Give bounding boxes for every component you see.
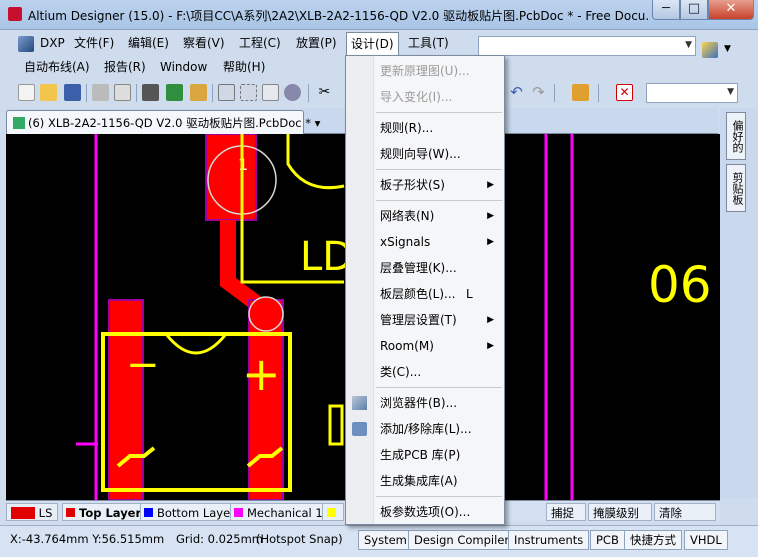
menu-item-rule-wizard[interactable]: 规则向导(W)...: [346, 142, 504, 166]
submenu-arrow-icon: ▶: [487, 180, 494, 190]
menu-item-import-changes[interactable]: 导入变化(I)...: [346, 85, 504, 109]
menu-edit[interactable]: 编辑(E): [124, 32, 173, 54]
menu-item-rules[interactable]: 规则(R)...: [346, 116, 504, 140]
cross-probe-icon[interactable]: [572, 84, 589, 101]
snap-mode: (Hotspot Snap): [256, 532, 343, 546]
menu-dxp[interactable]: DXP: [36, 32, 69, 54]
layer-color-swatch: [144, 508, 153, 517]
project-combo[interactable]: ▼: [478, 36, 696, 56]
vhdl-panel-button[interactable]: VHDL: [684, 530, 728, 550]
tab-clipboard[interactable]: 剪贴板: [726, 164, 746, 212]
highlight-icon[interactable]: [284, 84, 301, 101]
menu-reports[interactable]: 报告(R): [100, 56, 150, 78]
instruments-panel-button[interactable]: Instruments: [508, 530, 590, 550]
menu-window[interactable]: Window: [156, 56, 211, 78]
board-icon[interactable]: [166, 84, 183, 101]
shortcuts-panel-button[interactable]: 快捷方式: [624, 530, 682, 550]
menu-item-manage-layer-sets[interactable]: 管理层设置(T) ▶: [346, 308, 504, 332]
submenu-arrow-icon: ▶: [487, 341, 494, 351]
menubar-row2: 自动布线(A) 报告(R) Window 帮助(H): [18, 56, 348, 78]
document-tab[interactable]: (6) XLB-2A2-1156-QD V2.0 驱动板贴片图.PcbDoc *…: [6, 110, 320, 134]
menu-item-board-options[interactable]: 板参数选项(O)...: [346, 500, 504, 524]
pcb-panel-button[interactable]: PCB: [590, 530, 625, 550]
tab-favorites[interactable]: 偏好的: [726, 112, 746, 160]
submenu-arrow-icon: ▶: [487, 237, 494, 247]
menu-view[interactable]: 察看(V): [179, 32, 229, 54]
silkscreen-text-right: 06: [648, 256, 712, 314]
chevron-down-icon[interactable]: ▼: [724, 44, 731, 54]
menu-item-make-integrated-library[interactable]: 生成集成库(A): [346, 469, 504, 493]
status-bar: X:-43.764mm Y:56.515mm Grid: 0.025mm (Ho…: [0, 525, 758, 557]
undo-icon[interactable]: ↶: [508, 84, 525, 101]
minimize-button[interactable]: ─: [652, 0, 680, 20]
folder-icon[interactable]: [190, 84, 207, 101]
open-icon[interactable]: [40, 84, 57, 101]
menu-autoroute[interactable]: 自动布线(A): [20, 56, 94, 78]
browse-components-icon: [352, 396, 367, 410]
menu-item-update-schematic[interactable]: 更新原理图(U)...: [346, 59, 504, 83]
close-button[interactable]: ✕: [708, 0, 754, 20]
preferences-icon[interactable]: [702, 42, 718, 58]
tab-dropdown-icon[interactable]: ▾: [315, 116, 321, 130]
menu-item-browse-components[interactable]: 浏览器件(B)...: [346, 391, 504, 415]
menu-project[interactable]: 工程(C): [235, 32, 285, 54]
zoom-area-icon[interactable]: [240, 84, 257, 101]
design-menu-dropdown: 更新原理图(U)... 导入变化(I)... 规则(R)... 规则向导(W).…: [345, 55, 505, 525]
zoom-select-icon[interactable]: [262, 84, 279, 101]
new-icon[interactable]: [18, 84, 35, 101]
layer-tab-bottom[interactable]: Bottom Layer: [140, 503, 242, 521]
layer-tab-more[interactable]: [322, 503, 344, 521]
menu-item-xsignals[interactable]: xSignals ▶: [346, 230, 504, 254]
altium-logo-icon: [8, 7, 22, 21]
menu-item-layer-stack-manager[interactable]: 层叠管理(K)...: [346, 256, 504, 280]
pcb-document-icon: [13, 117, 25, 129]
layer-color-swatch: [327, 508, 336, 517]
save-icon[interactable]: [64, 84, 81, 101]
layer-color-swatch: [234, 508, 243, 517]
minus-mark: −: [126, 342, 160, 388]
layer-tab-top[interactable]: Top Layer: [62, 503, 149, 521]
via: [248, 296, 284, 332]
window-title: Altium Designer (15.0) - F:\项目CC\A系列\2A2…: [28, 9, 648, 23]
design-compiler-panel-button[interactable]: Design Compiler: [408, 530, 516, 550]
print-preview-icon[interactable]: [114, 84, 131, 101]
clear-icon[interactable]: ✕: [616, 84, 633, 101]
cut-icon[interactable]: ✂: [316, 84, 333, 101]
menu-place[interactable]: 放置(P): [292, 32, 341, 54]
copper-pad: [108, 299, 144, 500]
menubar: DXP 文件(F) 编辑(E) 察看(V) 工程(C) 放置(P) 设计(D) …: [14, 32, 474, 56]
plus-mark: +: [242, 347, 281, 401]
zoom-fit-icon[interactable]: [218, 84, 235, 101]
layer-tab-mechanical[interactable]: Mechanical 1: [230, 503, 330, 521]
menu-item-netlist[interactable]: 网络表(N) ▶: [346, 204, 504, 228]
maximize-button[interactable]: □: [680, 0, 708, 20]
document-tab-label: (6) XLB-2A2-1156-QD V2.0 驱动板贴片图.PcbDoc *: [28, 116, 311, 130]
redo-icon[interactable]: ↷: [530, 84, 547, 101]
snap-button[interactable]: 捕捉: [546, 503, 586, 521]
cursor-coordinates: X:-43.764mm Y:56.515mm: [10, 532, 165, 546]
menu-tools[interactable]: 工具(T): [404, 32, 453, 54]
menu-item-classes[interactable]: 类(C)...: [346, 360, 504, 384]
grid-size: Grid: 0.025mm: [176, 532, 263, 546]
clear-button[interactable]: 清除: [654, 503, 716, 521]
layers-icon[interactable]: [142, 84, 159, 101]
submenu-arrow-icon: ▶: [487, 211, 494, 221]
layer-color-swatch: [66, 508, 75, 517]
menu-design[interactable]: 设计(D): [346, 32, 399, 56]
library-icon: [352, 422, 367, 436]
menu-file[interactable]: 文件(F): [70, 32, 118, 54]
print-icon[interactable]: [92, 84, 109, 101]
filter-combo[interactable]: ▼: [646, 83, 738, 103]
menu-item-add-remove-library[interactable]: 添加/移除库(L)...: [346, 417, 504, 441]
submenu-arrow-icon: ▶: [487, 315, 494, 325]
menu-item-rooms[interactable]: Room(M) ▶: [346, 334, 504, 358]
system-panel-button[interactable]: System: [358, 530, 413, 550]
active-layer-swatch: [11, 507, 35, 519]
menu-item-make-pcb-library[interactable]: 生成PCB 库(P): [346, 443, 504, 467]
mask-level-button[interactable]: 掩膜级别: [588, 503, 652, 521]
menu-item-board-layer-colors[interactable]: 板层颜色(L)... L: [346, 282, 504, 306]
menu-item-board-shape[interactable]: 板子形状(S) ▶: [346, 173, 504, 197]
layer-set-selector[interactable]: LS: [6, 503, 58, 521]
menu-help[interactable]: 帮助(H): [219, 56, 269, 78]
